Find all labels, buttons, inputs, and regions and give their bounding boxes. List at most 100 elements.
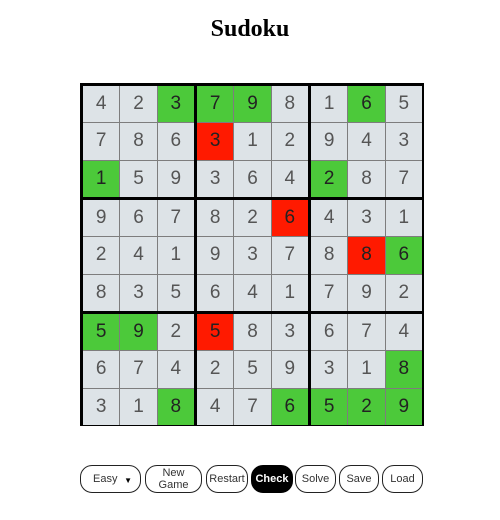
sudoku-cell[interactable]: 2 [234,200,271,237]
sudoku-cell[interactable]: 5 [311,388,348,425]
sudoku-cell[interactable]: 2 [120,86,157,123]
sudoku-cell[interactable]: 3 [157,86,194,123]
sudoku-cell[interactable]: 4 [348,123,385,160]
sudoku-cell[interactable]: 9 [157,160,194,197]
sudoku-cell[interactable]: 4 [385,314,422,351]
sudoku-cell[interactable]: 7 [83,123,120,160]
sudoku-cell[interactable]: 9 [385,388,422,425]
sudoku-cell[interactable]: 7 [120,351,157,388]
sudoku-cell[interactable]: 7 [348,314,385,351]
sudoku-board: 4237861597983123641659432879672418358269… [80,83,424,426]
check-button[interactable]: Check [251,465,293,493]
sudoku-cell[interactable]: 1 [83,160,120,197]
sudoku-cell[interactable]: 8 [311,237,348,274]
sudoku-cell[interactable]: 9 [234,86,271,123]
sudoku-cell[interactable]: 4 [157,351,194,388]
sudoku-cell[interactable]: 5 [157,274,194,311]
sudoku-cell[interactable]: 7 [311,274,348,311]
solve-button[interactable]: Solve [295,465,336,493]
sudoku-cell[interactable]: 8 [271,86,308,123]
sudoku-cell[interactable]: 9 [197,237,234,274]
sudoku-cell[interactable]: 3 [234,237,271,274]
sudoku-cell[interactable]: 2 [83,237,120,274]
sudoku-cell[interactable]: 3 [197,123,234,160]
sudoku-cell[interactable]: 7 [385,160,422,197]
sudoku-cell[interactable]: 6 [234,160,271,197]
sudoku-cell[interactable]: 3 [311,351,348,388]
sudoku-cell[interactable]: 1 [385,200,422,237]
sudoku-cell[interactable]: 7 [234,388,271,425]
sudoku-cell[interactable]: 4 [271,160,308,197]
sudoku-box: 583259476 [197,314,308,425]
sudoku-cell[interactable]: 5 [385,86,422,123]
sudoku-box: 431886792 [311,200,422,311]
sudoku-cell[interactable]: 3 [120,274,157,311]
sudoku-cell[interactable]: 1 [348,351,385,388]
new-game-label-line2: Game [158,479,189,491]
sudoku-cell[interactable]: 4 [234,274,271,311]
sudoku-cell[interactable]: 6 [271,388,308,425]
sudoku-cell[interactable]: 7 [157,200,194,237]
sudoku-cell[interactable]: 3 [271,314,308,351]
sudoku-cell[interactable]: 8 [348,160,385,197]
difficulty-selected-label: Easy [93,473,118,485]
sudoku-cell[interactable]: 6 [157,123,194,160]
sudoku-cell[interactable]: 6 [311,314,348,351]
sudoku-cell[interactable]: 5 [197,314,234,351]
sudoku-cell[interactable]: 2 [385,274,422,311]
sudoku-cell[interactable]: 9 [83,200,120,237]
sudoku-cell[interactable]: 2 [348,388,385,425]
sudoku-cell[interactable]: 8 [385,351,422,388]
sudoku-cell[interactable]: 6 [83,351,120,388]
sudoku-cell[interactable]: 3 [348,200,385,237]
sudoku-cell[interactable]: 8 [83,274,120,311]
sudoku-cell[interactable]: 6 [348,86,385,123]
sudoku-cell[interactable]: 4 [83,86,120,123]
sudoku-box: 826937641 [197,200,308,311]
sudoku-cell[interactable]: 9 [311,123,348,160]
sudoku-cell[interactable]: 8 [157,388,194,425]
sudoku-cell[interactable]: 2 [197,351,234,388]
new-game-button[interactable]: New Game [145,465,202,493]
sudoku-cell[interactable]: 2 [271,123,308,160]
sudoku-cell[interactable]: 5 [234,351,271,388]
sudoku-cell[interactable]: 7 [197,86,234,123]
sudoku-cell[interactable]: 9 [271,351,308,388]
control-bar: Easy ▼ New Game Restart Check Solve Save… [80,465,424,495]
sudoku-cell[interactable]: 1 [271,274,308,311]
sudoku-cell[interactable]: 6 [271,200,308,237]
sudoku-cell[interactable]: 7 [271,237,308,274]
sudoku-cell[interactable]: 2 [311,160,348,197]
new-game-label-line1: New [162,467,185,479]
sudoku-cell[interactable]: 8 [120,123,157,160]
sudoku-cell[interactable]: 6 [120,200,157,237]
sudoku-cell[interactable]: 9 [348,274,385,311]
sudoku-cell[interactable]: 1 [234,123,271,160]
restart-button[interactable]: Restart [206,465,248,493]
sudoku-cell[interactable]: 3 [385,123,422,160]
sudoku-cell[interactable]: 8 [234,314,271,351]
sudoku-cell[interactable]: 8 [197,200,234,237]
sudoku-cell[interactable]: 5 [83,314,120,351]
sudoku-cell[interactable]: 1 [120,388,157,425]
sudoku-cell[interactable]: 9 [120,314,157,351]
sudoku-box: 423786159 [83,86,194,197]
sudoku-cell[interactable]: 8 [348,237,385,274]
sudoku-cell[interactable]: 1 [311,86,348,123]
save-button[interactable]: Save [339,465,379,493]
sudoku-cell[interactable]: 3 [197,160,234,197]
sudoku-box: 592674318 [83,314,194,425]
sudoku-cell[interactable]: 4 [120,237,157,274]
sudoku-cell[interactable]: 6 [385,237,422,274]
sudoku-cell[interactable]: 2 [157,314,194,351]
sudoku-cell[interactable]: 3 [83,388,120,425]
dropdown-caret-icon: ▼ [124,476,132,485]
sudoku-cell[interactable]: 5 [120,160,157,197]
sudoku-cell[interactable]: 4 [197,388,234,425]
sudoku-cell[interactable]: 1 [157,237,194,274]
load-button[interactable]: Load [382,465,423,493]
sudoku-cell[interactable]: 6 [197,274,234,311]
sudoku-cell[interactable]: 4 [311,200,348,237]
difficulty-select[interactable]: Easy ▼ [80,465,141,493]
page-title: Sudoku [210,16,290,42]
